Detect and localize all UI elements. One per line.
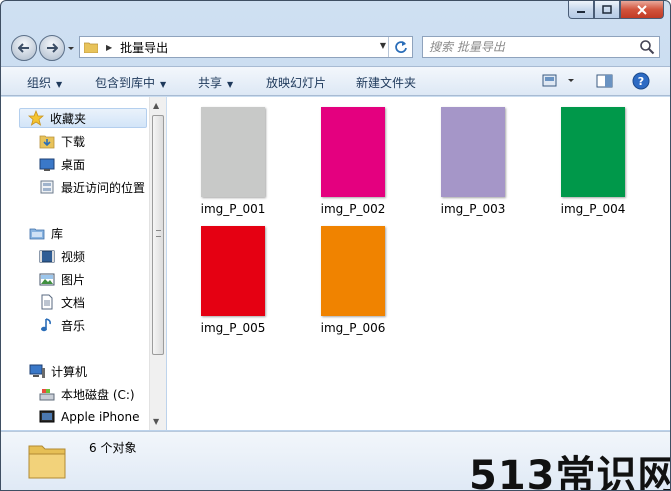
organize-label: 组织 [27, 76, 52, 90]
maximize-button[interactable] [594, 1, 620, 19]
music-icon [39, 317, 55, 333]
scrollbar-thumb[interactable] [152, 115, 164, 355]
file-name: img_P_005 [200, 321, 266, 335]
recent-places-icon [39, 179, 55, 195]
search-icon[interactable] [639, 39, 655, 55]
downloads-folder-icon [39, 133, 55, 149]
phone-icon [39, 409, 55, 425]
view-icon [542, 74, 574, 87]
back-button[interactable] [11, 35, 37, 61]
image-thumbnail [441, 107, 505, 197]
desktop-icon [39, 156, 55, 172]
sidebar-item-recent-places[interactable]: 最近访问的位置 [39, 177, 145, 197]
sidebar-item-pictures[interactable]: 图片 [39, 269, 85, 289]
file-name: img_P_003 [440, 202, 506, 216]
item-count: 6 个对象 [89, 441, 137, 455]
minimize-icon [577, 10, 585, 13]
sidebar-item-documents[interactable]: 文档 [39, 292, 85, 312]
sidebar-item-label: 最近访问的位置 [61, 180, 146, 195]
minimize-button[interactable] [568, 1, 594, 19]
file-list: img_P_001 img_P_002 img_P_003 img_P_004 … [167, 97, 670, 430]
folder-icon [27, 440, 67, 480]
sidebar-item-videos[interactable]: 视频 [39, 246, 85, 266]
command-bar: 组织 ▼ 包含到库中 ▼ 共享 ▼ 放映幻灯片 新建文件夹 ? [1, 66, 670, 96]
image-thumbnail [321, 226, 385, 316]
new-folder-label: 新建文件夹 [356, 76, 417, 90]
sidebar-item-label: 文档 [61, 295, 86, 310]
recent-pages-dropdown[interactable] [67, 44, 75, 54]
sidebar-item-label: 本地磁盘 (C:) [61, 387, 135, 402]
sidebar-libraries[interactable]: 库 [29, 223, 63, 243]
watermark: 513常识网 [469, 453, 671, 491]
sidebar-favorites[interactable]: 收藏夹 [19, 108, 147, 128]
breadcrumb-arrow-icon[interactable]: ▶ [106, 43, 112, 52]
search-box[interactable] [422, 36, 660, 58]
search-input[interactable] [429, 38, 639, 56]
include-in-library-label: 包含到库中 [95, 76, 156, 90]
help-icon: ? [632, 72, 650, 90]
hard-drive-icon [39, 386, 55, 402]
address-bar[interactable]: ▶ 批量导出 ▼ [79, 36, 413, 58]
sidebar-item-label: Apple iPhone [61, 410, 140, 424]
forward-button[interactable] [39, 35, 65, 61]
file-name: img_P_001 [200, 202, 266, 216]
sidebar-item-local-disk[interactable]: 本地磁盘 (C:) [39, 384, 135, 404]
arrow-right-icon [47, 43, 58, 53]
include-in-library-menu[interactable]: 包含到库中 ▼ [95, 74, 166, 91]
explorer-window: ▶ 批量导出 ▼ 组织▼ 包含到库中▼ 共享▼ 放映幻灯片 新建文件夹 [0, 0, 671, 491]
close-button[interactable] [620, 1, 664, 19]
navigation-pane: 收藏夹 下载 桌面 最近访问的位置 库 视频 图片 文档 音乐 计算机 本地磁盘… [1, 97, 166, 430]
sidebar-item-downloads[interactable]: 下载 [39, 131, 85, 151]
file-name: img_P_006 [320, 321, 386, 335]
image-thumbnail [321, 107, 385, 197]
file-name: img_P_004 [560, 202, 626, 216]
share-menu[interactable]: 共享 ▼ [198, 74, 233, 91]
refresh-button[interactable] [388, 37, 412, 57]
organize-menu[interactable]: 组织 ▼ [27, 74, 62, 91]
image-thumbnail [201, 107, 265, 197]
sidebar-item-desktop[interactable]: 桌面 [39, 154, 85, 174]
details-pane: 6 个对象 513常识网 [1, 431, 671, 491]
sidebar-item-music[interactable]: 音乐 [39, 315, 85, 335]
new-folder-button[interactable]: 新建文件夹 [356, 74, 416, 91]
sidebar-item-label: 图片 [61, 272, 86, 287]
sidebar-favorites-label: 收藏夹 [50, 111, 87, 126]
address-dropdown-icon[interactable]: ▼ [380, 41, 386, 50]
image-thumbnail [201, 226, 265, 316]
star-icon [27, 109, 45, 126]
sidebar-item-label: 下载 [61, 134, 86, 149]
sidebar-item-label: 音乐 [61, 318, 86, 333]
slideshow-label: 放映幻灯片 [266, 76, 327, 90]
computer-icon [29, 363, 45, 379]
caption-buttons [568, 1, 664, 19]
slideshow-button[interactable]: 放映幻灯片 [266, 74, 326, 91]
svg-text:?: ? [638, 75, 644, 88]
sidebar-item-apple-iphone[interactable]: Apple iPhone [39, 407, 139, 427]
preview-pane-icon [596, 74, 613, 88]
documents-icon [39, 294, 55, 310]
share-label: 共享 [198, 76, 223, 90]
arrow-left-icon [18, 43, 29, 53]
video-icon [39, 248, 55, 264]
folder-icon [83, 41, 99, 54]
sidebar-libraries-label: 库 [51, 226, 64, 241]
sidebar-item-label: 桌面 [61, 157, 86, 172]
library-icon [29, 225, 45, 241]
scroll-up-icon[interactable]: ▲ [153, 101, 159, 110]
breadcrumb-current[interactable]: 批量导出 [120, 39, 168, 56]
scroll-down-icon[interactable]: ▼ [153, 417, 159, 426]
refresh-icon [394, 41, 407, 53]
help-button[interactable]: ? [632, 72, 650, 93]
navigation-scrollbar[interactable]: ▲ ▼ [149, 97, 166, 430]
file-name: img_P_002 [320, 202, 386, 216]
image-thumbnail [561, 107, 625, 197]
close-icon [637, 4, 647, 15]
maximize-icon [602, 5, 612, 14]
sidebar-item-label: 视频 [61, 249, 86, 264]
sidebar-computer-label: 计算机 [51, 364, 88, 379]
sidebar-computer[interactable]: 计算机 [29, 361, 87, 381]
preview-pane-button[interactable] [596, 74, 614, 91]
pictures-icon [39, 271, 55, 287]
change-view-button[interactable] [542, 74, 576, 91]
